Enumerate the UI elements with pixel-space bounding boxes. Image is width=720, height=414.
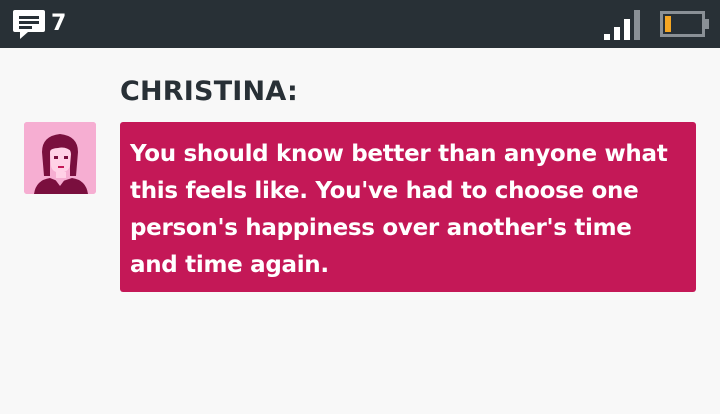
dialogue-text: You should know better than anyone what … [130, 141, 668, 278]
status-bar: 7 [0, 0, 720, 48]
message-count: 7 [51, 11, 67, 36]
chat-bubble-icon[interactable] [12, 8, 46, 40]
speaker-name: CHRISTINA: [120, 76, 298, 107]
signal-strength-icon [604, 10, 640, 40]
christina-portrait-icon [24, 122, 96, 194]
battery-low-icon [660, 11, 709, 37]
dialogue-bubble[interactable]: You should know better than anyone what … [120, 122, 696, 292]
